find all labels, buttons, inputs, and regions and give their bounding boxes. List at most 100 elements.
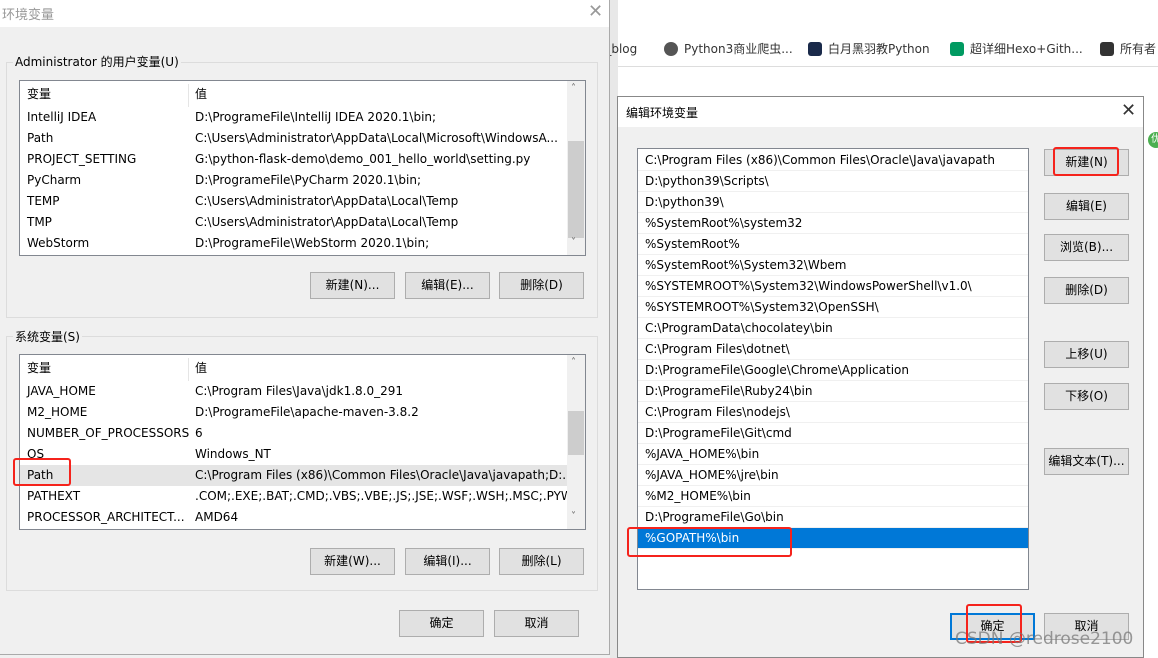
variable-value: C:\Users\Administrator\AppData\Local\Tem… bbox=[195, 194, 459, 208]
variable-name: PyCharm bbox=[27, 173, 82, 187]
table-row[interactable]: PROJECT_SETTING G:\python-flask-demo\demo… bbox=[20, 149, 567, 170]
table-row[interactable]: Path C:\Users\Administrator\AppData\Local… bbox=[20, 128, 567, 149]
title-bar: 编辑环境变量 ✕ bbox=[618, 97, 1143, 127]
list-item[interactable]: D:\python39\Scripts\ bbox=[638, 171, 1028, 192]
table-row[interactable]: PROCESSOR_ARCHITECT... AMD64 bbox=[20, 507, 567, 528]
bookmark-label: Python3商业爬虫... bbox=[684, 42, 793, 56]
list-item[interactable]: C:\Program Files\nodejs\ bbox=[638, 402, 1028, 423]
edit-text-button[interactable]: 编辑文本(T)... bbox=[1044, 448, 1129, 475]
variable-name: TMP bbox=[27, 215, 52, 229]
table-row[interactable]: WebStorm D:\ProgrameFile\WebStorm 2020.1\… bbox=[20, 233, 567, 254]
table-row[interactable]: M2_HOME D:\ProgrameFile\apache-maven-3.8.… bbox=[20, 402, 567, 423]
table-row[interactable]: Path C:\Program Files (x86)\Common Files\… bbox=[20, 465, 574, 486]
column-divider[interactable] bbox=[188, 358, 189, 381]
variable-value: D:\ProgrameFile\apache-maven-3.8.2 bbox=[195, 405, 419, 419]
table-row[interactable]: PATHEXT .COM;.EXE;.BAT;.CMD;.VBS;.VBE;.JS… bbox=[20, 486, 583, 507]
variable-value: C:\Users\Administrator\AppData\Local\Tem… bbox=[195, 215, 459, 229]
column-header-variable[interactable]: 变量 bbox=[27, 358, 187, 379]
variable-value: C:\Program Files (x86)\Common Files\Orac… bbox=[195, 468, 574, 482]
scroll-down-icon[interactable]: ˅ bbox=[571, 511, 576, 522]
close-icon[interactable]: ✕ bbox=[1121, 102, 1136, 120]
bookmark-item[interactable]: 所有者 bbox=[1100, 40, 1156, 58]
table-row[interactable]: NUMBER_OF_PROCESSORS 6 bbox=[20, 423, 567, 444]
variable-value: AMD64 bbox=[195, 510, 239, 524]
list-item[interactable]: %M2_HOME%\bin bbox=[638, 486, 1028, 507]
ok-button[interactable]: 确定 bbox=[399, 610, 484, 637]
scroll-up-icon[interactable]: ˄ bbox=[571, 357, 576, 368]
edit-button[interactable]: 编辑(I)... bbox=[405, 548, 490, 575]
scrollbar-thumb[interactable] bbox=[568, 411, 584, 455]
annotation-box-gopath bbox=[627, 527, 792, 557]
list-item[interactable]: D:\python39\ bbox=[638, 192, 1028, 213]
table-row[interactable]: PyCharm D:\ProgrameFile\PyCharm 2020.1\bi… bbox=[20, 170, 567, 191]
bookmark-label: 白月黑羽教Python bbox=[828, 42, 930, 56]
variable-name: PROJECT_SETTING bbox=[27, 152, 137, 166]
column-header-value[interactable]: 值 bbox=[195, 84, 207, 105]
list-item[interactable]: %SYSTEMROOT%\System32\WindowsPowerShell\… bbox=[638, 276, 1028, 297]
close-icon[interactable]: ✕ bbox=[588, 3, 603, 21]
table-row[interactable]: JAVA_HOME C:\Program Files\Java\jdk1.8.0_… bbox=[20, 381, 567, 402]
list-item[interactable]: %JAVA_HOME%\jre\bin bbox=[638, 465, 1028, 486]
list-item[interactable]: D:\ProgrameFile\Ruby24\bin bbox=[638, 381, 1028, 402]
dialog-title: 环境变量 bbox=[2, 8, 55, 23]
list-item[interactable]: C:\Program Files (x86)\Common Files\Orac… bbox=[638, 150, 1028, 171]
variable-name: M2_HOME bbox=[27, 405, 88, 419]
variable-value: D:\ProgrameFile\IntelliJ IDEA 2020.1\bin… bbox=[195, 110, 437, 124]
variable-value: 6 bbox=[195, 426, 203, 440]
variable-value: .COM;.EXE;.BAT;.CMD;.VBS;.VBE;.JS;.JSE;.… bbox=[195, 489, 583, 503]
table-row[interactable]: IntelliJ IDEA D:\ProgrameFile\IntelliJ ID… bbox=[20, 107, 567, 128]
watermark: CSDN @redrose2100 bbox=[955, 629, 1134, 649]
cancel-button[interactable]: 取消 bbox=[494, 610, 579, 637]
list-item[interactable]: C:\Program Files\dotnet\ bbox=[638, 339, 1028, 360]
list-item[interactable]: %SystemRoot%\System32\Wbem bbox=[638, 255, 1028, 276]
browse-button[interactable]: 浏览(B)... bbox=[1044, 234, 1129, 261]
edit-button[interactable]: 编辑(E) bbox=[1044, 193, 1129, 220]
list-item[interactable]: C:\ProgramData\chocolatey\bin bbox=[638, 318, 1028, 339]
globe-icon bbox=[664, 42, 678, 56]
edit-environment-variable-dialog: 编辑环境变量 ✕ C:\Program Files (x86)\Common F… bbox=[617, 96, 1144, 658]
robot-logo-icon bbox=[1100, 42, 1114, 56]
list-item[interactable]: %SYSTEMROOT%\System32\OpenSSH\ bbox=[638, 297, 1028, 318]
new-button[interactable]: 新建(N)... bbox=[310, 272, 395, 299]
new-button[interactable]: 新建(W)... bbox=[310, 548, 395, 575]
scrollbar[interactable]: ˄ ˅ bbox=[567, 355, 585, 529]
table-row[interactable]: TMP C:\Users\Administrator\AppData\Local\… bbox=[20, 212, 567, 233]
list-item[interactable]: D:\ProgrameFile\Git\cmd bbox=[638, 423, 1028, 444]
variable-name: Path bbox=[27, 131, 54, 145]
list-item[interactable]: %JAVA_HOME%\bin bbox=[638, 444, 1028, 465]
list-item[interactable]: D:\ProgrameFile\Go\bin bbox=[638, 507, 1028, 528]
column-header-variable[interactable]: 变量 bbox=[27, 84, 187, 105]
delete-button[interactable]: 删除(D) bbox=[499, 272, 584, 299]
scrollbar[interactable]: ˄ ˅ bbox=[567, 81, 585, 255]
table-row[interactable]: TEMP C:\Users\Administrator\AppData\Local… bbox=[20, 191, 567, 212]
scroll-up-icon[interactable]: ˄ bbox=[571, 83, 576, 94]
sf-logo-icon bbox=[950, 42, 964, 56]
table-row[interactable]: OS Windows_NT bbox=[20, 444, 567, 465]
list-item[interactable]: D:\ProgrameFile\Google\Chrome\Applicatio… bbox=[638, 360, 1028, 381]
move-up-button[interactable]: 上移(U) bbox=[1044, 341, 1129, 368]
user-variables-list[interactable]: 变量值 IntelliJ IDEA D:\ProgrameFile\IntelliJ… bbox=[19, 80, 586, 256]
edit-button[interactable]: 编辑(E)... bbox=[405, 272, 490, 299]
delete-button[interactable]: 删除(L) bbox=[499, 548, 584, 575]
column-divider[interactable] bbox=[188, 84, 189, 107]
list-item[interactable]: %SystemRoot% bbox=[638, 234, 1028, 255]
move-down-button[interactable]: 下移(O) bbox=[1044, 383, 1129, 410]
user-variables-label: Administrator 的用户变量(U) bbox=[13, 53, 181, 70]
divider bbox=[610, 66, 1158, 67]
system-variables-list[interactable]: 变量值 JAVA_HOME C:\Program Files\Java\jdk1.8… bbox=[19, 354, 586, 530]
path-entries-list[interactable]: C:\Program Files (x86)\Common Files\Orac… bbox=[637, 148, 1029, 590]
scrollbar-thumb[interactable] bbox=[568, 141, 584, 238]
bookmark-label: 超详细Hexo+Gith... bbox=[970, 42, 1083, 56]
scroll-down-icon[interactable]: ˅ bbox=[571, 237, 576, 248]
bookmark-item[interactable]: 白月黑羽教Python bbox=[808, 40, 930, 58]
bookmark-item[interactable]: Python3商业爬虫... bbox=[664, 40, 793, 58]
column-header-value[interactable]: 值 bbox=[195, 358, 207, 379]
bookmark-item[interactable]: 超详细Hexo+Gith... bbox=[950, 40, 1083, 58]
delete-button[interactable]: 删除(D) bbox=[1044, 277, 1129, 304]
title-bar: 环境变量 ✕ bbox=[0, 0, 609, 27]
variable-value: C:\Users\Administrator\AppData\Local\Mic… bbox=[195, 131, 558, 145]
bookmark-label: 所有者 bbox=[1120, 42, 1157, 56]
system-variables-label: 系统变量(S) bbox=[13, 328, 82, 345]
variable-value: C:\Program Files\Java\jdk1.8.0_291 bbox=[195, 384, 404, 398]
list-item[interactable]: %SystemRoot%\system32 bbox=[638, 213, 1028, 234]
